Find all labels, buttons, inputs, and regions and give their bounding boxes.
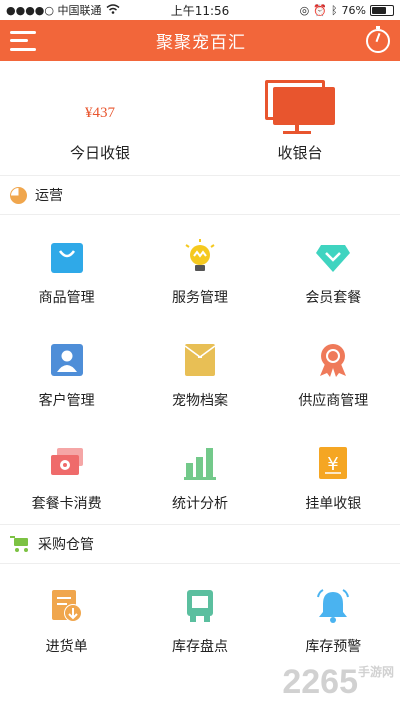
purchase-item-1[interactable]: 库存盘点 (133, 564, 266, 667)
section-ops-title: 运营 (35, 188, 63, 204)
ops-item-label: 统计分析 (171, 496, 228, 512)
pending-order-icon: ¥ (315, 445, 351, 481)
ops-item-label: 挂单收银 (305, 496, 362, 512)
wifi-icon (106, 3, 120, 17)
alarm-bell-icon (315, 588, 351, 624)
ops-grid: 商品管理 服务管理 会员套餐客户管理 宠物档案 供应商管理套餐卡消费 统计分析 ¥ 挂单收银 (0, 215, 400, 524)
watermark-logo: 2265手游网 (282, 663, 394, 701)
purchase-item-0[interactable]: 进货单 (0, 564, 133, 667)
ops-item-label: 客户管理 (38, 393, 95, 409)
purchase-order-icon (49, 588, 85, 624)
ops-item-label: 宠物档案 (171, 393, 228, 409)
ops-item-label: 供应商管理 (298, 393, 369, 409)
ops-item-7[interactable]: 统计分析 (133, 421, 266, 524)
alarm-icon: ⏰ (313, 3, 327, 17)
page-title: 聚聚宠百汇 (156, 33, 246, 53)
purchase-item-2[interactable]: 库存预警 (267, 564, 400, 667)
monitor-icon (265, 80, 335, 136)
battery-icon (370, 4, 394, 16)
ops-item-label: 会员套餐 (305, 290, 362, 306)
purchase-item-label: 库存盘点 (171, 639, 228, 655)
cashier-button[interactable]: 收银台 (200, 61, 400, 175)
ops-item-1[interactable]: 服务管理 (133, 215, 266, 318)
ops-item-label: 套餐卡消费 (31, 496, 102, 512)
cart-icon (10, 536, 30, 552)
bluetooth-icon: ᛒ (330, 3, 338, 17)
pie-chart-icon (10, 186, 27, 204)
ops-item-label: 商品管理 (38, 290, 95, 306)
bar-chart-icon (182, 445, 218, 481)
svg-text:¥: ¥ (328, 454, 339, 475)
pet-file-icon (182, 342, 218, 378)
today-amount: ¥437 (85, 105, 115, 121)
purchase-grid: 进货单 库存盘点 库存预警 (0, 564, 400, 667)
battery-percent: 76% (341, 3, 366, 17)
inventory-check-icon (182, 588, 218, 624)
timer-icon[interactable] (366, 25, 390, 53)
diamond-icon (315, 239, 351, 275)
ops-item-6[interactable]: 套餐卡消费 (0, 421, 133, 524)
menu-icon[interactable] (10, 30, 36, 51)
purchase-item-label: 进货单 (45, 639, 88, 655)
ops-item-3[interactable]: 客户管理 (0, 318, 133, 421)
today-revenue[interactable]: ¥437 今日收银 (0, 61, 200, 175)
carrier-signal: ●●●●○ 中国联通 (6, 4, 102, 17)
status-bar: ●●●●○ 中国联通 ◎ ⏰ ᛒ 76% (0, 0, 400, 20)
ops-item-8[interactable]: ¥ 挂单收银 (267, 421, 400, 524)
ops-item-2[interactable]: 会员套餐 (267, 215, 400, 318)
package-card-icon (49, 445, 85, 481)
location-icon: ◎ (299, 3, 310, 17)
ops-item-5[interactable]: 供应商管理 (267, 318, 400, 421)
section-ops: 运营 (0, 176, 400, 215)
hero-panel: ¥437 今日收银 收银台 (0, 61, 400, 176)
today-label: 今日收银 (69, 144, 130, 162)
ops-item-label: 服务管理 (171, 290, 228, 306)
award-ribbon-icon (315, 342, 351, 378)
section-purchase-title: 采购仓管 (38, 537, 94, 553)
nav-bar: 聚聚宠百汇 (0, 20, 400, 61)
lightbulb-icon (182, 239, 218, 275)
section-purchase: 采购仓管 (0, 524, 400, 564)
customer-card-icon (49, 342, 85, 378)
ops-item-0[interactable]: 商品管理 (0, 215, 133, 318)
purchase-item-label: 库存预警 (305, 639, 362, 655)
shopping-bag-icon (49, 239, 85, 275)
cashier-label: 收银台 (277, 144, 323, 162)
ops-item-4[interactable]: 宠物档案 (133, 318, 266, 421)
